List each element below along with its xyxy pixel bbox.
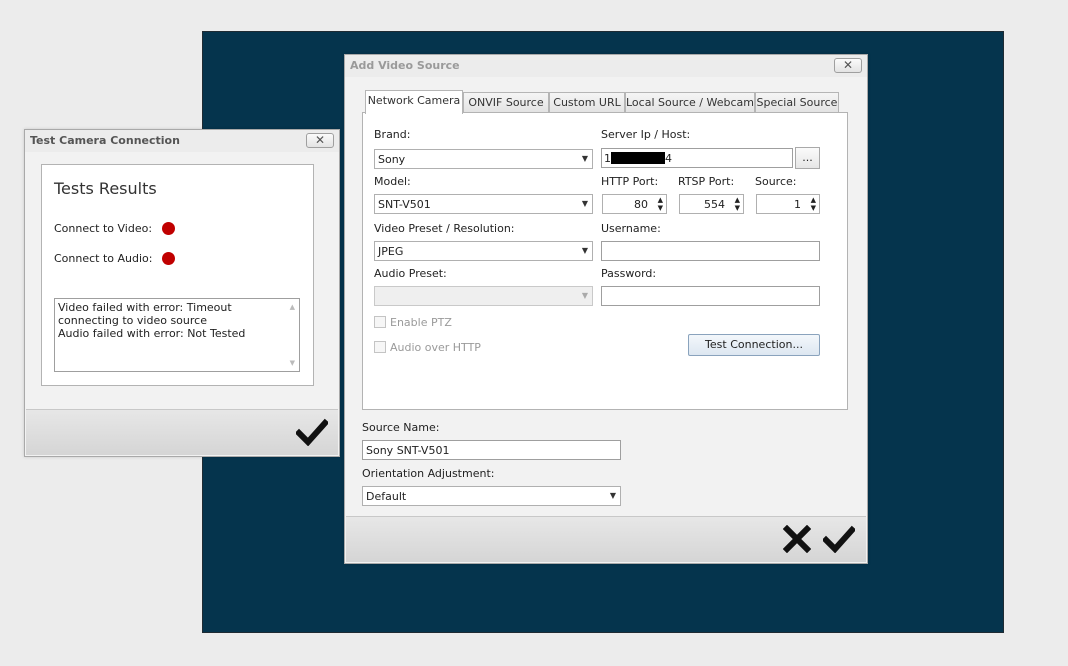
enable-ptz-checkbox: [374, 316, 386, 328]
orientation-label: Orientation Adjustment:: [362, 467, 495, 480]
checkmark-icon: [294, 418, 330, 447]
tab-custom-url[interactable]: Custom URL: [549, 92, 625, 113]
add-video-source-dialog: Add Video Source ✕ Network Camera ONVIF …: [344, 54, 868, 564]
tab-network-camera[interactable]: Network Camera: [365, 90, 463, 114]
video-preset-select[interactable]: JPEG ▼: [374, 241, 593, 261]
dialog-title: Test Camera Connection: [30, 134, 180, 147]
source-name-input[interactable]: Sony SNT-V501: [362, 440, 621, 460]
chevron-down-icon: ▼: [581, 154, 588, 163]
arrow-up-icon[interactable]: ▲: [658, 196, 663, 204]
audio-over-http-checkbox: [374, 341, 386, 353]
scroll-down-icon[interactable]: ▼: [290, 359, 295, 367]
close-icon: ✕: [314, 133, 326, 147]
brand-value: Sony: [378, 153, 406, 166]
log-line: Video failed with error: Timeout connect…: [58, 301, 232, 327]
brand-label: Brand:: [374, 128, 411, 141]
model-select[interactable]: SNT-V501 ▼: [374, 194, 593, 214]
audio-preset-label: Audio Preset:: [374, 267, 447, 280]
server-host-value-start: 1: [604, 152, 611, 165]
model-label: Model:: [374, 175, 411, 188]
test-connection-button[interactable]: Test Connection...: [688, 334, 820, 356]
video-preset-value: JPEG: [378, 245, 404, 258]
server-host-value-end: 4: [665, 152, 672, 165]
enable-ptz-label: Enable PTZ: [390, 316, 452, 329]
tab-special-source[interactable]: Special Source: [755, 92, 839, 113]
title-bar[interactable]: Test Camera Connection ✕: [25, 130, 339, 152]
source-value: 1: [794, 198, 801, 211]
orientation-select[interactable]: Default ▼: [362, 486, 621, 506]
arrow-up-icon[interactable]: ▲: [735, 196, 740, 204]
rtsp-port-value: 554: [704, 198, 725, 211]
audio-test-label: Connect to Audio:: [54, 252, 153, 265]
ok-button[interactable]: [294, 418, 330, 449]
username-label: Username:: [601, 222, 661, 235]
http-port-value: 80: [634, 198, 648, 211]
scroll-up-icon[interactable]: ▲: [290, 303, 295, 311]
video-status-failed-icon: [162, 222, 175, 235]
log-line: Audio failed with error: Not Tested: [58, 327, 246, 340]
http-port-label: HTTP Port:: [601, 175, 659, 188]
dialog-footer: [346, 516, 866, 562]
password-label: Password:: [601, 267, 657, 280]
audio-over-http-label: Audio over HTTP: [390, 341, 481, 354]
chevron-down-icon: ▼: [581, 246, 588, 255]
username-input[interactable]: [601, 241, 820, 261]
chevron-down-icon: ▼: [581, 291, 588, 300]
arrow-up-icon[interactable]: ▲: [811, 196, 816, 204]
ok-button[interactable]: [821, 525, 857, 556]
orientation-value: Default: [366, 490, 407, 503]
source-stepper[interactable]: 1 ▲ ▼: [756, 194, 820, 214]
server-host-label: Server Ip / Host:: [601, 128, 691, 141]
x-cancel-icon: [782, 524, 812, 554]
tab-onvif-source[interactable]: ONVIF Source: [463, 92, 549, 113]
cancel-button[interactable]: [782, 524, 812, 556]
audio-status-failed-icon: [162, 252, 175, 265]
redacted-text: [611, 152, 665, 164]
video-preset-label: Video Preset / Resolution:: [374, 222, 515, 235]
close-button[interactable]: ✕: [834, 58, 862, 73]
close-button[interactable]: ✕: [306, 133, 334, 148]
audio-preset-select: ▼: [374, 286, 593, 306]
rtsp-port-stepper[interactable]: 554 ▲ ▼: [679, 194, 744, 214]
close-icon: ✕: [842, 58, 854, 72]
title-bar[interactable]: Add Video Source ✕: [345, 55, 867, 77]
checkmark-icon: [821, 525, 857, 554]
source-name-value: Sony SNT-V501: [366, 444, 450, 457]
browse-host-button[interactable]: ...: [795, 147, 820, 169]
brand-select[interactable]: Sony ▼: [374, 149, 593, 169]
test-camera-connection-dialog: Test Camera Connection ✕ Tests Results C…: [24, 129, 340, 457]
results-title: Tests Results: [54, 179, 157, 198]
arrow-down-icon[interactable]: ▼: [811, 204, 816, 212]
arrow-down-icon[interactable]: ▼: [658, 204, 663, 212]
network-camera-panel: Brand: Sony ▼ Model: SNT-V501 ▼ Video Pr…: [362, 112, 848, 410]
chevron-down-icon: ▼: [609, 491, 616, 500]
server-host-input[interactable]: 1 4: [601, 148, 793, 168]
video-test-label: Connect to Video:: [54, 222, 153, 235]
dialog-title: Add Video Source: [350, 59, 460, 72]
source-name-label: Source Name:: [362, 421, 440, 434]
rtsp-port-label: RTSP Port:: [678, 175, 735, 188]
dialog-footer: [26, 409, 338, 455]
source-label: Source:: [755, 175, 797, 188]
model-value: SNT-V501: [378, 198, 431, 211]
chevron-down-icon: ▼: [581, 199, 588, 208]
tab-local-source-webcam[interactable]: Local Source / Webcam: [625, 92, 755, 113]
results-panel: Tests Results Connect to Video: Connect …: [41, 164, 314, 386]
http-port-stepper[interactable]: 80 ▲ ▼: [602, 194, 667, 214]
error-log-textarea[interactable]: Video failed with error: Timeout connect…: [54, 298, 300, 372]
arrow-down-icon[interactable]: ▼: [735, 204, 740, 212]
password-input[interactable]: [601, 286, 820, 306]
